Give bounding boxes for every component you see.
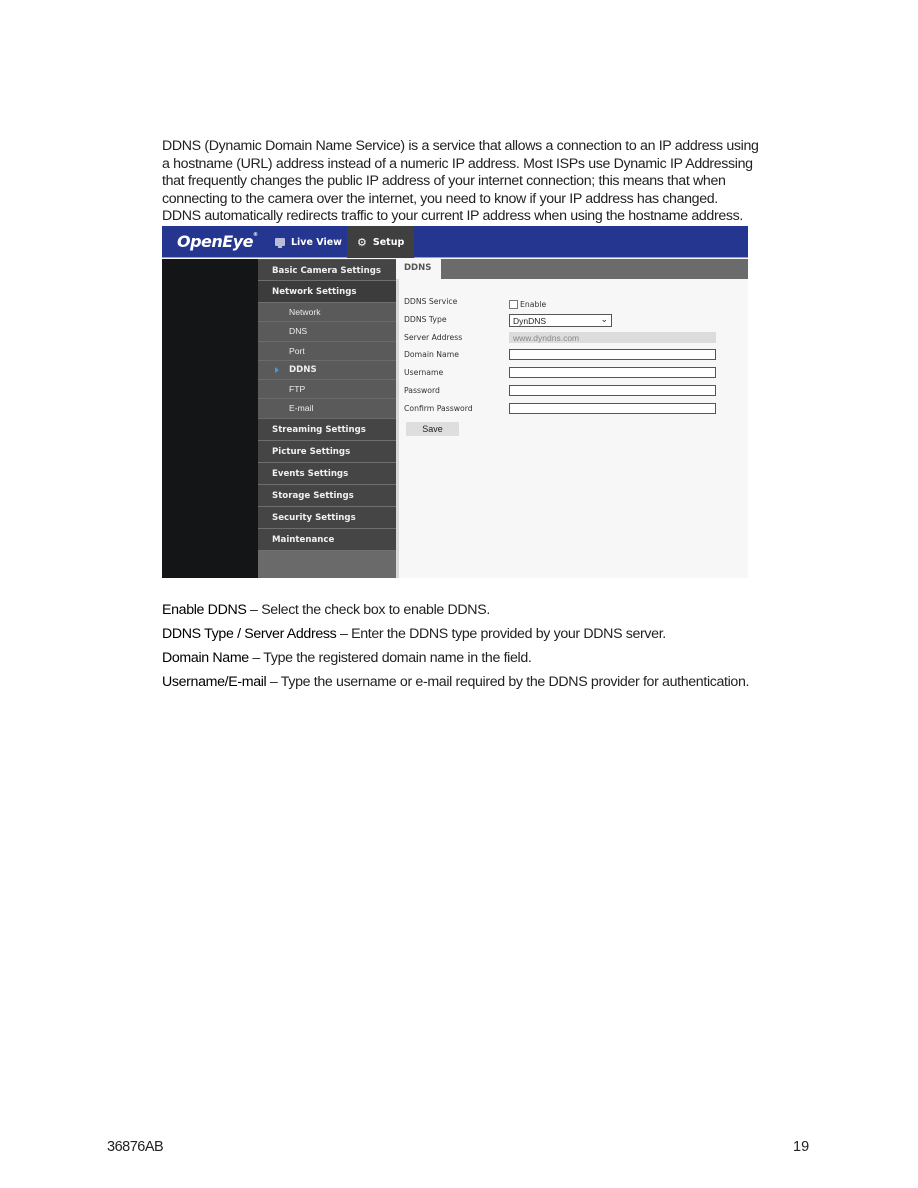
sidebar-sub-dns[interactable]: DNS (258, 322, 396, 342)
registered-mark: ® (253, 232, 258, 238)
password-label: Password (404, 385, 440, 395)
enable-checkbox[interactable] (509, 300, 518, 310)
form-row-username: Username (404, 367, 744, 385)
sidebar-sub-label: DNS (289, 326, 308, 337)
description-term: Domain Name (162, 650, 249, 666)
content-divider (396, 279, 399, 578)
domain-name-field[interactable] (509, 349, 716, 361)
password-field[interactable] (509, 384, 716, 396)
sidebar-item-label: Security Settings (272, 512, 356, 523)
active-marker-icon (275, 366, 279, 373)
sidebar-network-settings[interactable]: Network Settings (258, 281, 396, 303)
confirm-password-label: Confirm Password (404, 403, 473, 413)
sidebar-maintenance[interactable]: Maintenance (258, 528, 396, 551)
chevron-down-icon: ⌄ (600, 313, 608, 324)
app-header: OpenEye® Live View ⚙ Setup (162, 226, 748, 258)
server-address-label: Server Address (404, 332, 463, 342)
ddns-type-value: DynDNS (513, 315, 547, 326)
sidebar-sub-label: DDNS (289, 364, 317, 375)
monitor-icon (275, 238, 285, 248)
description-text: – Select the check box to enable DDNS. (246, 602, 490, 618)
sidebar-picture-settings[interactable]: Picture Settings (258, 440, 396, 463)
form-row-server-address: Server Address www.dyndns.com (404, 331, 744, 350)
nav-live-view-label: Live View (291, 236, 342, 248)
username-field[interactable] (509, 367, 716, 379)
description-item: Domain Name – Type the registered domain… (162, 650, 822, 674)
sidebar-item-label: Streaming Settings (272, 424, 366, 435)
intro-line: a hostname (URL) address instead of a nu… (162, 155, 753, 172)
ddns-type-label: DDNS Type (404, 314, 447, 324)
intro-line: connecting to the camera over the intern… (162, 190, 718, 207)
sidebar-sub-port[interactable]: Port (258, 341, 396, 361)
settings-sidebar: Basic Camera Settings Network Settings N… (258, 259, 396, 578)
form-row-ddns-service: DDNS Service Enable (404, 296, 744, 314)
sidebar-security-settings[interactable]: Security Settings (258, 506, 396, 529)
nav-setup[interactable]: ⚙ Setup (347, 226, 414, 258)
ddns-settings-screenshot: OpenEye® Live View ⚙ Setup Basic Camera … (162, 226, 748, 578)
sidebar-item-label: Picture Settings (272, 446, 351, 457)
nav-setup-label: Setup (372, 236, 405, 248)
page-number: 19 (793, 1139, 810, 1155)
sidebar-sub-label: E-mail (289, 403, 314, 414)
enable-checkbox-label: Enable (520, 300, 547, 310)
ddns-type-select[interactable]: DynDNS ⌄ (509, 313, 612, 327)
sidebar-sub-ftp[interactable]: FTP (258, 380, 396, 400)
tab-ddns[interactable]: DDNS (399, 259, 441, 279)
ddns-service-label: DDNS Service (404, 297, 458, 306)
description-text: – Enter the DDNS type provided by your D… (336, 626, 666, 642)
sidebar-item-label: Storage Settings (272, 490, 354, 501)
form-row-password: Password (404, 384, 744, 403)
sidebar-item-label: Basic Camera Settings (272, 266, 381, 276)
enable-control: Enable (509, 296, 546, 314)
sidebar-sub-network[interactable]: Network (258, 303, 396, 323)
page-tab-bar: DDNS (399, 259, 748, 279)
sidebar-basic-camera-settings[interactable]: Basic Camera Settings (258, 259, 396, 281)
sidebar-item-label: Maintenance (272, 534, 335, 545)
brand-name: OpenEye (177, 232, 254, 251)
form-row-confirm-password: Confirm Password (404, 402, 744, 421)
left-black-pane (162, 259, 258, 578)
server-address-field: www.dyndns.com (509, 331, 716, 343)
sidebar-storage-settings[interactable]: Storage Settings (258, 484, 396, 507)
confirm-password-field[interactable] (509, 402, 716, 414)
description-item: Enable DDNS – Select the check box to en… (162, 602, 822, 626)
sidebar-sub-ddns[interactable]: DDNS (258, 360, 396, 381)
field-descriptions: Enable DDNS – Select the check box to en… (162, 602, 822, 698)
description-term: DDNS Type / Server Address (162, 626, 337, 642)
description-item: DDNS Type / Server Address – Enter the D… (162, 626, 822, 650)
sidebar-sub-label: Network (289, 307, 321, 317)
description-text: – Type the registered domain name in the… (248, 650, 532, 666)
form-row-save: Save (404, 421, 744, 439)
sidebar-events-settings[interactable]: Events Settings (258, 462, 396, 485)
description-text: – Type the username or e-mail required b… (266, 674, 750, 690)
form-row-domain-name: Domain Name (404, 349, 744, 367)
description-item: Username/E-mail – Type the username or e… (162, 674, 822, 698)
sidebar-sub-label: Port (289, 345, 305, 356)
save-button[interactable]: Save (406, 421, 459, 436)
nav-live-view[interactable]: Live View (265, 226, 347, 258)
intro-line: that frequently changes the public IP ad… (162, 173, 726, 190)
intro-paragraph: DDNS (Dynamic Domain Name Service) is a … (162, 138, 812, 226)
description-term: Username/E-mail (162, 674, 267, 690)
sidebar-item-label: Network Settings (272, 287, 357, 297)
form-row-ddns-type: DDNS Type DynDNS ⌄ (404, 313, 744, 332)
intro-line: DDNS (Dynamic Domain Name Service) is a … (162, 138, 759, 154)
sidebar-item-label: Events Settings (272, 468, 349, 479)
sidebar-sub-label: FTP (289, 384, 306, 395)
username-label: Username (404, 368, 444, 378)
domain-name-label: Domain Name (404, 350, 459, 360)
document-number: 36876AB (107, 1139, 164, 1155)
openeye-logo: OpenEye® (177, 232, 258, 251)
description-term: Enable DDNS (162, 602, 247, 618)
sidebar-streaming-settings[interactable]: Streaming Settings (258, 418, 396, 441)
gear-icon: ⚙ (357, 235, 367, 249)
sidebar-sub-email[interactable]: E-mail (258, 399, 396, 419)
intro-line: DDNS automatically redirects traffic to … (162, 208, 743, 225)
ddns-form: DDNS Service Enable DDNS Type DynDNS ⌄ S… (404, 296, 744, 438)
